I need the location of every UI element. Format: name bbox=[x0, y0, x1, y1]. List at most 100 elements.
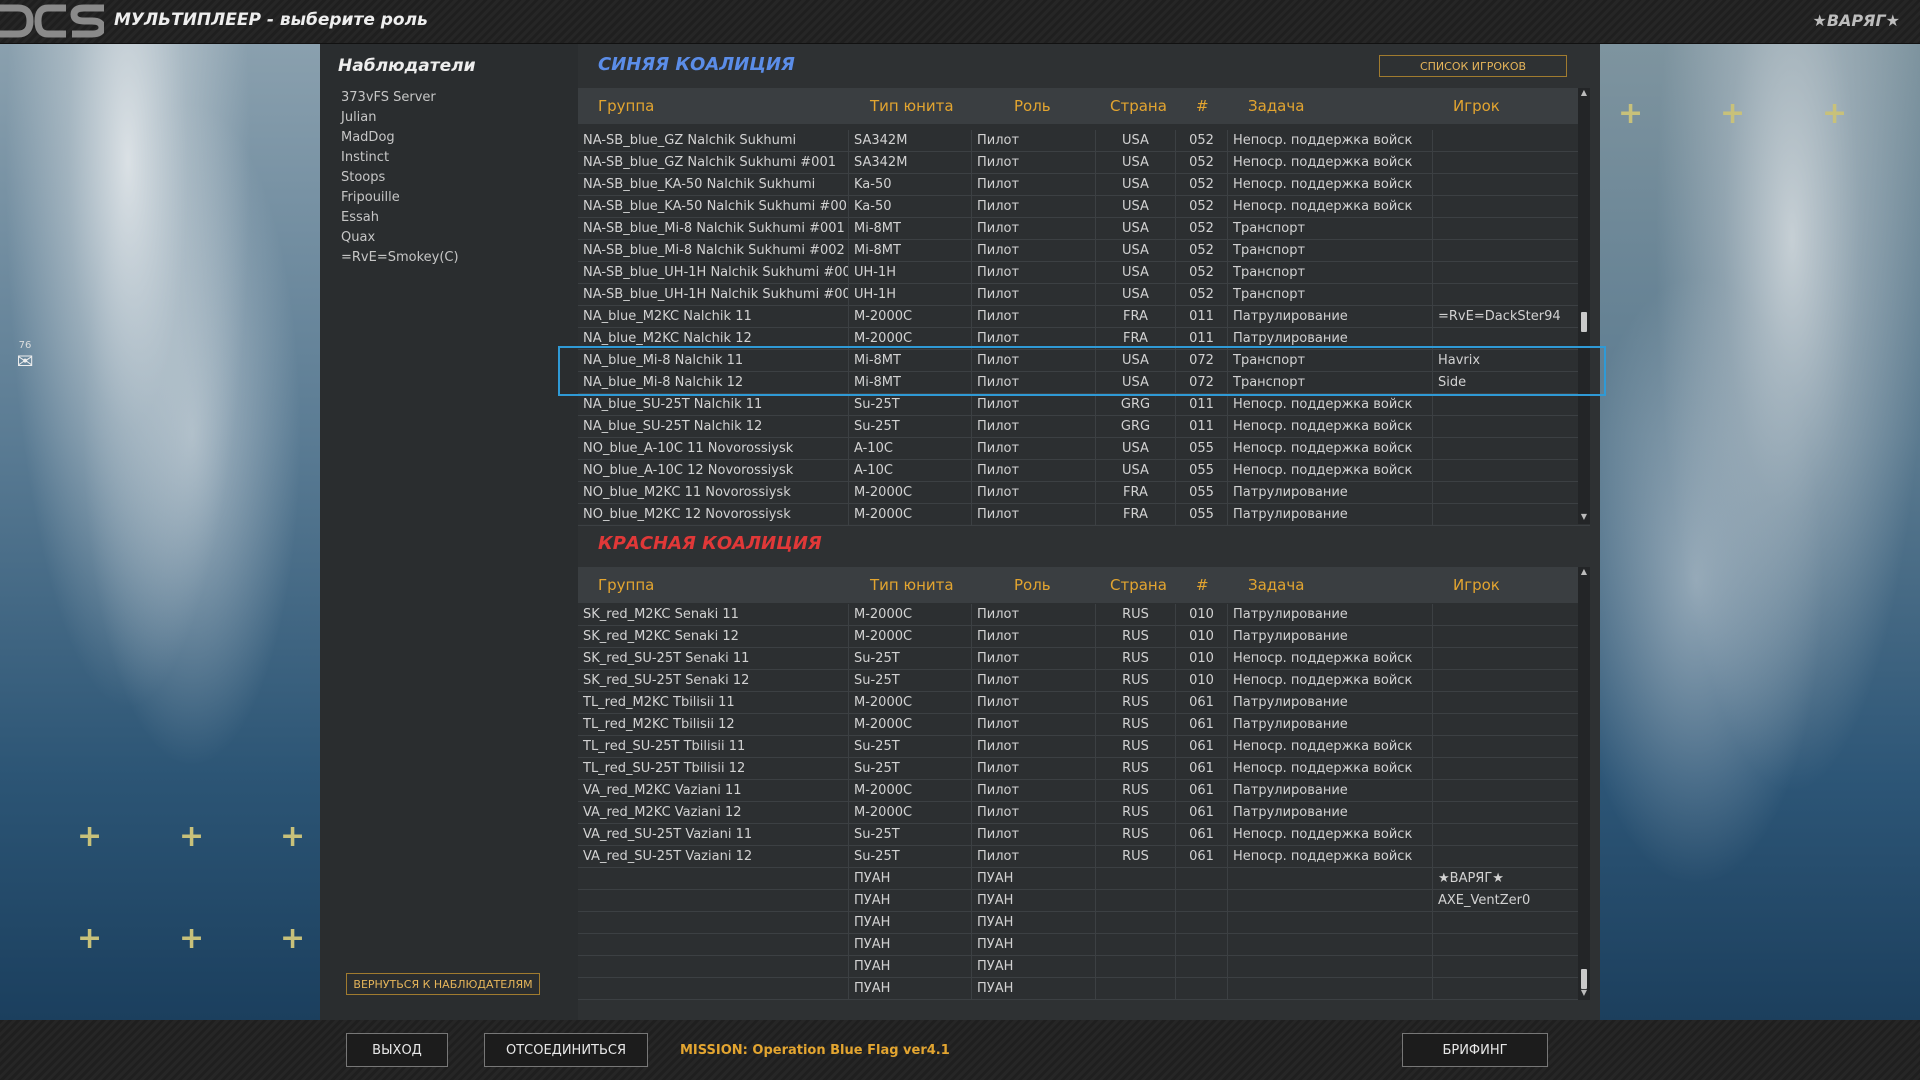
table-row[interactable]: VA_red_SU-25T Vaziani 12 Su-25T Пилот RUS 06… bbox=[578, 846, 1590, 868]
scroll-up-icon[interactable]: ▲ bbox=[1578, 88, 1590, 98]
cell-player bbox=[1433, 934, 1578, 956]
table-row[interactable]: SK_red_M2KC Senaki 12 M-2000C Пилот RUS 010 П… bbox=[578, 626, 1590, 648]
cell-country: RUS bbox=[1096, 780, 1176, 802]
table-row[interactable]: NA-SB_blue_KA-50 Nalchik Sukhumi Ka-50 Пил… bbox=[578, 174, 1590, 196]
table-row[interactable]: ПУАН ПУАН bbox=[578, 956, 1590, 978]
table-row[interactable]: NO_blue_M2KC 12 Novorossiysk M-2000C Пилот… bbox=[578, 504, 1590, 526]
column-player[interactable]: Игрок bbox=[1453, 88, 1500, 124]
table-row[interactable]: ПУАН ПУАН bbox=[578, 934, 1590, 956]
table-row[interactable]: NA-SB_blue_GZ Nalchik Sukhumi SA342M Пилот… bbox=[578, 130, 1590, 152]
cell-task: Патрулирование bbox=[1228, 604, 1433, 626]
table-row[interactable]: NO_blue_A-10C 11 Novorossiysk A-10C Пилот U… bbox=[578, 438, 1590, 460]
table-row[interactable]: NA-SB_blue_KA-50 Nalchik Sukhumi #001 Ka-… bbox=[578, 196, 1590, 218]
table-row[interactable]: ПУАН ПУАН bbox=[578, 912, 1590, 934]
cell-player: Havrix bbox=[1438, 353, 1481, 368]
cell-unit-type: M-2000C bbox=[849, 714, 972, 736]
cell-country: RUS bbox=[1096, 824, 1176, 846]
cell-task: Транспорт bbox=[1228, 284, 1433, 306]
cell-player bbox=[1433, 416, 1578, 438]
cell-number bbox=[1176, 934, 1228, 956]
table-row[interactable]: NO_blue_M2KC 11 Novorossiysk M-2000C Пилот… bbox=[578, 482, 1590, 504]
table-row[interactable]: TL_red_M2KC Tbilisii 12 M-2000C Пилот RUS 06… bbox=[578, 714, 1590, 736]
cell-task: Непоср. поддержка войск bbox=[1228, 196, 1433, 218]
cell-country: USA bbox=[1096, 438, 1176, 460]
column-unit-type[interactable]: Тип юнита bbox=[870, 88, 954, 124]
scroll-thumb[interactable] bbox=[1581, 969, 1587, 989]
table-row[interactable]: SK_red_M2KC Senaki 11 M-2000C Пилот RUS 010 П… bbox=[578, 604, 1590, 626]
cell-task: Непоср. поддержка войск bbox=[1228, 174, 1433, 196]
disconnect-button[interactable]: ОТСОЕДИНИТЬСЯ bbox=[484, 1033, 648, 1067]
cell-number: 061 bbox=[1176, 824, 1228, 846]
table-row[interactable]: NA-SB_blue_Mi-8 Nalchik Sukhumi #002 Mi-8… bbox=[578, 240, 1590, 262]
table-row[interactable]: VA_red_SU-25T Vaziani 11 Su-25T Пилот RUS 06… bbox=[578, 824, 1590, 846]
cell-number bbox=[1176, 868, 1228, 890]
table-row[interactable]: SK_red_SU-25T Senaki 11 Su-25T Пилот RUS 010… bbox=[578, 648, 1590, 670]
cell-unit-type: ПУАН bbox=[849, 912, 972, 934]
column-role[interactable]: Роль bbox=[1014, 88, 1051, 124]
table-row[interactable]: NA-SB_blue_UH-1H Nalchik Sukhumi #002 UH-… bbox=[578, 284, 1590, 306]
table-row[interactable]: NO_blue_A-10C 12 Novorossiysk A-10C Пилот U… bbox=[578, 460, 1590, 482]
cell-task: Патрулирование bbox=[1228, 692, 1433, 714]
scroll-up-icon[interactable]: ▲ bbox=[1578, 567, 1590, 577]
cell-country: USA bbox=[1096, 130, 1176, 152]
scroll-down-icon[interactable]: ▼ bbox=[1578, 988, 1590, 998]
column-number[interactable]: # bbox=[1196, 567, 1209, 603]
cell-unit-type: Su-25T bbox=[849, 416, 972, 438]
table-row[interactable]: NA-SB_blue_Mi-8 Nalchik Sukhumi #001 Mi-8… bbox=[578, 218, 1590, 240]
column-group[interactable]: Группа bbox=[598, 567, 654, 603]
table-row[interactable]: NA_blue_Mi-8 Nalchik 12 Mi-8MT Пилот USA 072… bbox=[578, 372, 1590, 394]
table-row[interactable]: VA_red_M2KC Vaziani 11 M-2000C Пилот RUS 061… bbox=[578, 780, 1590, 802]
messages-indicator[interactable]: 76 ✉ bbox=[14, 340, 36, 371]
table-row[interactable]: ПУАН ПУАН ★ВАРЯГ★ bbox=[578, 868, 1590, 890]
cell-number: 010 bbox=[1176, 604, 1228, 626]
cell-number: 052 bbox=[1176, 196, 1228, 218]
table-row[interactable]: NA_blue_SU-25T Nalchik 12 Su-25T Пилот GRG 0… bbox=[578, 416, 1590, 438]
cell-player bbox=[1433, 670, 1578, 692]
blue-scrollbar[interactable]: ▲ ▼ bbox=[1578, 88, 1590, 524]
cell-group: TL_red_M2KC Tbilisii 11 bbox=[578, 692, 849, 714]
briefing-button[interactable]: БРИФИНГ bbox=[1402, 1033, 1548, 1067]
cell-group: NO_blue_A-10C 11 Novorossiysk bbox=[578, 438, 849, 460]
table-row[interactable]: SK_red_SU-25T Senaki 12 Su-25T Пилот RUS 010… bbox=[578, 670, 1590, 692]
table-row[interactable]: NA_blue_Mi-8 Nalchik 11 Mi-8MT Пилот USA 072… bbox=[578, 350, 1590, 372]
table-row[interactable]: TL_red_M2KC Tbilisii 11 M-2000C Пилот RUS 06… bbox=[578, 692, 1590, 714]
observer-item: 373vFS Server bbox=[341, 90, 436, 105]
red-scrollbar[interactable]: ▲ ▼ bbox=[1578, 567, 1590, 1000]
cell-country bbox=[1096, 978, 1176, 1000]
table-row[interactable]: TL_red_SU-25T Tbilisii 12 Su-25T Пилот RUS 0… bbox=[578, 758, 1590, 780]
scroll-down-icon[interactable]: ▼ bbox=[1578, 512, 1590, 522]
players-list-button[interactable]: СПИСОК ИГРОКОВ bbox=[1379, 55, 1567, 77]
cell-group: NA-SB_blue_GZ Nalchik Sukhumi bbox=[578, 130, 849, 152]
table-row[interactable]: TL_red_SU-25T Tbilisii 11 Su-25T Пилот RUS 0… bbox=[578, 736, 1590, 758]
table-row[interactable]: NA_blue_M2KC Nalchik 12 M-2000C Пилот FRA 01… bbox=[578, 328, 1590, 350]
cell-player bbox=[1433, 648, 1578, 670]
table-row[interactable]: ПУАН ПУАН AXE_VentZer0 bbox=[578, 890, 1590, 912]
table-row[interactable]: VA_red_M2KC Vaziani 12 M-2000C Пилот RUS 061… bbox=[578, 802, 1590, 824]
column-country[interactable]: Страна bbox=[1110, 88, 1167, 124]
cell-task: Непоср. поддержка войск bbox=[1228, 416, 1433, 438]
cell-role: Пилот bbox=[972, 174, 1096, 196]
cell-player bbox=[1433, 240, 1578, 262]
column-country[interactable]: Страна bbox=[1110, 567, 1167, 603]
column-unit-type[interactable]: Тип юнита bbox=[870, 567, 954, 603]
column-role[interactable]: Роль bbox=[1014, 567, 1051, 603]
table-row[interactable]: NA_blue_SU-25T Nalchik 11 Su-25T Пилот GRG 0… bbox=[578, 394, 1590, 416]
table-row[interactable]: NA-SB_blue_UH-1H Nalchik Sukhumi #001 UH-… bbox=[578, 262, 1590, 284]
cell-role: Пилот bbox=[972, 714, 1096, 736]
table-row[interactable]: ПУАН ПУАН bbox=[578, 978, 1590, 1000]
column-task[interactable]: Задача bbox=[1248, 567, 1304, 603]
cell-group: NA_blue_SU-25T Nalchik 12 bbox=[578, 416, 849, 438]
cell-task: Непоср. поддержка войск bbox=[1228, 130, 1433, 152]
column-player[interactable]: Игрок bbox=[1453, 567, 1500, 603]
column-group[interactable]: Группа bbox=[598, 88, 654, 124]
column-task[interactable]: Задача bbox=[1248, 88, 1304, 124]
return-to-observers-button[interactable]: ВЕРНУТЬСЯ К НАБЛЮДАТЕЛЯМ bbox=[346, 973, 540, 995]
column-number[interactable]: # bbox=[1196, 88, 1209, 124]
table-row[interactable]: NA-SB_blue_GZ Nalchik Sukhumi #001 SA342M… bbox=[578, 152, 1590, 174]
exit-button[interactable]: ВЫХОД bbox=[346, 1033, 448, 1067]
cell-number: 052 bbox=[1176, 152, 1228, 174]
scroll-thumb[interactable] bbox=[1581, 312, 1587, 332]
table-row[interactable]: NA_blue_M2KC Nalchik 11 M-2000C Пилот FRA 01… bbox=[578, 306, 1590, 328]
cell-country: USA bbox=[1096, 240, 1176, 262]
cell-unit-type: M-2000C bbox=[849, 604, 972, 626]
